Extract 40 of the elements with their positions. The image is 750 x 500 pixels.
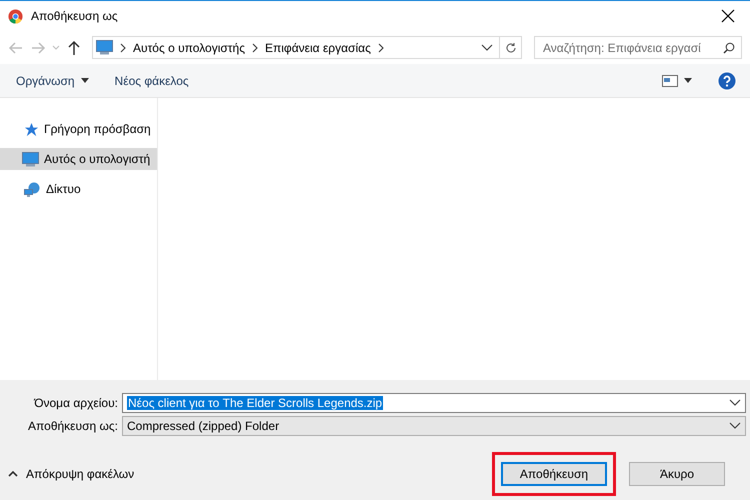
cancel-button[interactable]: Άκυρο — [629, 462, 725, 486]
organize-button[interactable]: Οργάνωση — [10, 70, 95, 92]
save-button[interactable]: Αποθήκευση — [501, 462, 607, 486]
star-icon — [24, 122, 39, 136]
forward-arrow-icon — [30, 40, 46, 56]
caret-icon — [80, 78, 89, 83]
filename-field[interactable]: Νέος client για το The Elder Scrolls Legends.zip — [122, 393, 746, 413]
file-type-dropdown[interactable]: Compressed (zipped) Folder — [122, 416, 746, 436]
back-arrow-icon — [8, 40, 24, 56]
computer-icon — [96, 40, 113, 55]
sidebar-item[interactable]: Δίκτυο — [0, 178, 157, 200]
help-icon — [718, 72, 736, 90]
hide-folders-button[interactable]: Απόκρυψη φακέλων — [8, 466, 134, 480]
dropdown-icon — [729, 399, 741, 407]
sidebar-item[interactable]: Γρήγορη πρόσβαση — [0, 118, 157, 140]
search-icon — [723, 42, 735, 54]
field-label: Αποθήκευση ως: — [27, 419, 119, 433]
new-folder-button[interactable]: Νέος φάκελος — [108, 70, 195, 92]
breadcrumb[interactable]: Αυτός ο υπολογιστής — [133, 40, 245, 54]
view-icon — [662, 74, 678, 86]
chevron-down-icon — [52, 45, 60, 50]
search-field[interactable]: Αναζήτηση: Επιφάνεια εργασί — [534, 36, 742, 59]
close-icon — [721, 9, 735, 23]
up-arrow-icon — [66, 40, 82, 56]
caret-icon — [684, 78, 692, 83]
network-icon — [24, 182, 41, 196]
sidebar-item[interactable]: Αυτός ο υπολογιστή — [0, 148, 157, 170]
breadcrumb[interactable]: Επιφάνεια εργασίας — [264, 40, 371, 54]
refresh-icon — [504, 42, 516, 54]
chevron-icon — [250, 42, 259, 52]
chevron-icon — [119, 42, 127, 52]
dropdown-icon — [481, 44, 493, 52]
window-title: Αποθήκευση ως — [31, 9, 119, 23]
browser-logo-icon — [8, 8, 23, 24]
dropdown-icon — [729, 422, 741, 430]
chevron-icon — [376, 42, 385, 52]
computer-icon — [22, 152, 39, 166]
field-label: Όνομα αρχείου: — [32, 396, 119, 410]
chevron-up-icon — [8, 470, 18, 477]
address-bar[interactable]: Αυτός ο υπολογιστής Επιφάνεια εργασίας — [92, 36, 522, 59]
